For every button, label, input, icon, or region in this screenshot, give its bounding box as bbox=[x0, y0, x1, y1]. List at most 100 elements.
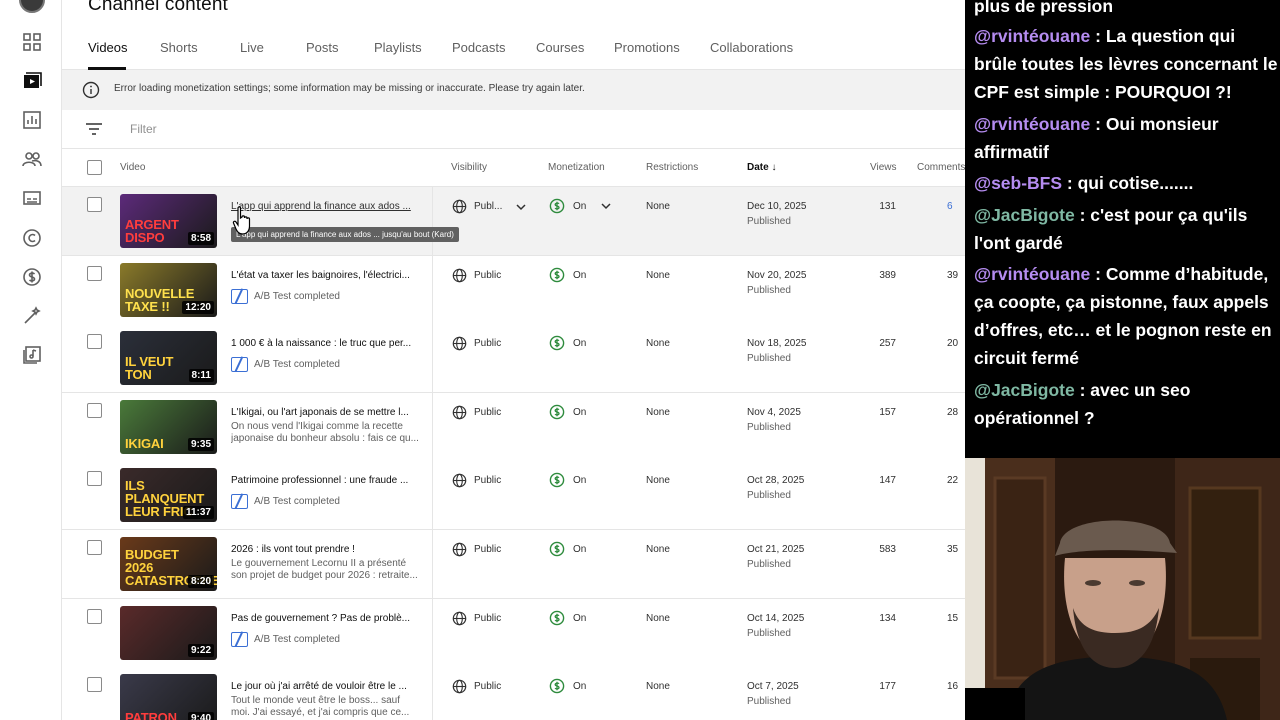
video-description: Tout le monde veut être le boss... sauf … bbox=[231, 695, 410, 718]
copyright-icon[interactable] bbox=[20, 226, 44, 250]
column-restrictions[interactable]: Restrictions bbox=[646, 162, 698, 173]
video-row[interactable]: ARGENT DISPO 8:58 L'app qui apprend la fin… bbox=[62, 187, 965, 256]
monetization-cell[interactable]: On bbox=[549, 610, 586, 626]
chevron-down-icon[interactable] bbox=[600, 200, 612, 212]
monetization-cell[interactable]: On bbox=[549, 678, 586, 694]
filter-icon[interactable] bbox=[85, 121, 103, 137]
channel-avatar[interactable] bbox=[19, 0, 45, 13]
visibility-cell[interactable]: Public bbox=[452, 611, 501, 626]
video-title[interactable]: Pas de gouvernement ? Pas de problè... bbox=[231, 613, 419, 624]
chat-text: : qui cotise....... bbox=[1062, 173, 1194, 193]
tab-collaborations[interactable]: Collaborations bbox=[710, 40, 793, 55]
comments-count[interactable]: 6 bbox=[947, 201, 953, 212]
video-row[interactable]: IL VEUT TON 8:11 1 000 € à la naissance : … bbox=[62, 324, 965, 393]
row-checkbox[interactable] bbox=[87, 609, 102, 624]
row-checkbox[interactable] bbox=[87, 197, 102, 212]
tab-promotions[interactable]: Promotions bbox=[614, 40, 680, 55]
tab-shorts[interactable]: Shorts bbox=[160, 40, 198, 55]
row-checkbox[interactable] bbox=[87, 677, 102, 692]
earn-icon[interactable] bbox=[20, 265, 44, 289]
monetization-value: On bbox=[573, 337, 587, 349]
monetization-cell[interactable]: On bbox=[549, 541, 586, 557]
video-row[interactable]: PATRON 9:40 Le jour où j'ai arrêté de voul… bbox=[62, 667, 965, 720]
video-thumbnail[interactable]: PATRON 9:40 bbox=[120, 674, 217, 720]
column-comments[interactable]: Comments bbox=[917, 162, 965, 173]
comments-count[interactable]: 39 bbox=[947, 270, 958, 281]
video-title[interactable]: 2026 : ils vont tout prendre ! bbox=[231, 544, 419, 555]
video-thumbnail[interactable]: IKIGAI 9:35 bbox=[120, 400, 217, 454]
publish-date: Oct 7, 2025 bbox=[747, 681, 799, 692]
video-row[interactable]: BUDGET 2026 CATASTROPHE 8:20 2026 : ils vo… bbox=[62, 530, 965, 599]
visibility-cell[interactable]: Public bbox=[452, 268, 501, 283]
video-thumbnail[interactable]: ILS PLANQUENT LEUR FRIC 11:37 bbox=[120, 468, 217, 522]
community-icon[interactable] bbox=[20, 147, 44, 171]
visibility-cell[interactable]: Public bbox=[452, 473, 501, 488]
comments-count[interactable]: 16 bbox=[947, 681, 958, 692]
comments-count[interactable]: 28 bbox=[947, 407, 958, 418]
tab-podcasts[interactable]: Podcasts bbox=[452, 40, 505, 55]
video-thumbnail[interactable]: 9:22 bbox=[120, 606, 217, 660]
visibility-cell[interactable]: Public bbox=[452, 336, 501, 351]
visibility-value: Public bbox=[474, 681, 502, 692]
row-checkbox[interactable] bbox=[87, 266, 102, 281]
video-thumbnail[interactable]: ARGENT DISPO 8:58 bbox=[120, 194, 217, 248]
monetization-cell[interactable]: On bbox=[549, 404, 586, 420]
visibility-value: Publ... bbox=[474, 201, 503, 212]
row-checkbox[interactable] bbox=[87, 471, 102, 486]
tab-live[interactable]: Live bbox=[240, 40, 264, 55]
video-duration: 8:20 bbox=[187, 575, 214, 588]
monetization-cell[interactable]: On bbox=[549, 267, 586, 283]
row-checkbox[interactable] bbox=[87, 540, 102, 555]
tab-videos[interactable]: Videos bbox=[88, 40, 128, 55]
filter-input[interactable]: Filter bbox=[130, 122, 157, 136]
video-title[interactable]: Patrimoine professionnel : une fraude ..… bbox=[231, 475, 419, 486]
column-views[interactable]: Views bbox=[870, 162, 897, 173]
video-thumbnail[interactable]: IL VEUT TON 8:11 bbox=[120, 331, 217, 385]
monetization-cell[interactable]: On bbox=[549, 472, 586, 488]
video-thumbnail[interactable]: NOUVELLE TAXE !! 12:20 bbox=[120, 263, 217, 317]
video-row[interactable]: 9:22 Pas de gouvernement ? Pas de problè.… bbox=[62, 599, 965, 668]
monetization-cell[interactable]: On bbox=[549, 198, 612, 214]
video-title[interactable]: L'état va taxer les baignoires, l'électr… bbox=[231, 270, 419, 281]
dashboard-icon[interactable] bbox=[20, 30, 44, 54]
audio-library-icon[interactable] bbox=[20, 343, 44, 367]
customization-icon[interactable] bbox=[20, 304, 44, 328]
column-monetization[interactable]: Monetization bbox=[548, 162, 605, 173]
views-count: 147 bbox=[879, 475, 896, 486]
select-all-checkbox[interactable] bbox=[87, 160, 102, 175]
video-row[interactable]: IKIGAI 9:35 L'Ikigai, ou l'art japonais de… bbox=[62, 393, 965, 462]
left-nav-rail bbox=[0, 0, 62, 720]
content-icon[interactable] bbox=[20, 69, 44, 93]
visibility-cell[interactable]: Public bbox=[452, 542, 501, 557]
column-date[interactable]: Date ↓ bbox=[747, 162, 776, 173]
visibility-cell[interactable]: Public bbox=[452, 679, 501, 694]
column-visibility[interactable]: Visibility bbox=[451, 162, 487, 173]
filter-bar[interactable]: Filter bbox=[62, 110, 965, 149]
comments-count[interactable]: 15 bbox=[947, 613, 958, 624]
visibility-cell[interactable]: Public bbox=[452, 405, 501, 420]
video-thumbnail[interactable]: BUDGET 2026 CATASTROPHE 8:20 bbox=[120, 537, 217, 591]
video-row[interactable]: NOUVELLE TAXE !! 12:20 L'état va taxer les… bbox=[62, 256, 965, 325]
row-checkbox[interactable] bbox=[87, 403, 102, 418]
monetization-value: On bbox=[573, 406, 587, 418]
video-title[interactable]: L'app qui apprend la finance aux ados ..… bbox=[231, 201, 419, 212]
subtitles-icon[interactable] bbox=[20, 186, 44, 210]
video-title[interactable]: L'Ikigai, ou l'art japonais de se mettre… bbox=[231, 407, 419, 418]
comments-count[interactable]: 22 bbox=[947, 475, 958, 486]
monetization-cell[interactable]: On bbox=[549, 335, 586, 351]
comments-count[interactable]: 20 bbox=[947, 338, 958, 349]
publish-date: Oct 14, 2025 bbox=[747, 613, 805, 624]
video-row[interactable]: ILS PLANQUENT LEUR FRIC 11:37 Patrimoine p… bbox=[62, 461, 965, 530]
analytics-icon[interactable] bbox=[20, 108, 44, 132]
publish-status: Published bbox=[747, 628, 791, 639]
row-checkbox[interactable] bbox=[87, 334, 102, 349]
video-title[interactable]: Le jour où j'ai arrêté de vouloir être l… bbox=[231, 681, 419, 692]
tab-posts[interactable]: Posts bbox=[306, 40, 339, 55]
visibility-cell[interactable]: Publ... bbox=[452, 199, 527, 214]
tab-courses[interactable]: Courses bbox=[536, 40, 584, 55]
chevron-down-icon[interactable] bbox=[515, 201, 527, 213]
video-title[interactable]: 1 000 € à la naissance : le truc que per… bbox=[231, 338, 419, 349]
globe-icon bbox=[452, 405, 467, 420]
tab-playlists[interactable]: Playlists bbox=[374, 40, 422, 55]
comments-count[interactable]: 35 bbox=[947, 544, 958, 555]
